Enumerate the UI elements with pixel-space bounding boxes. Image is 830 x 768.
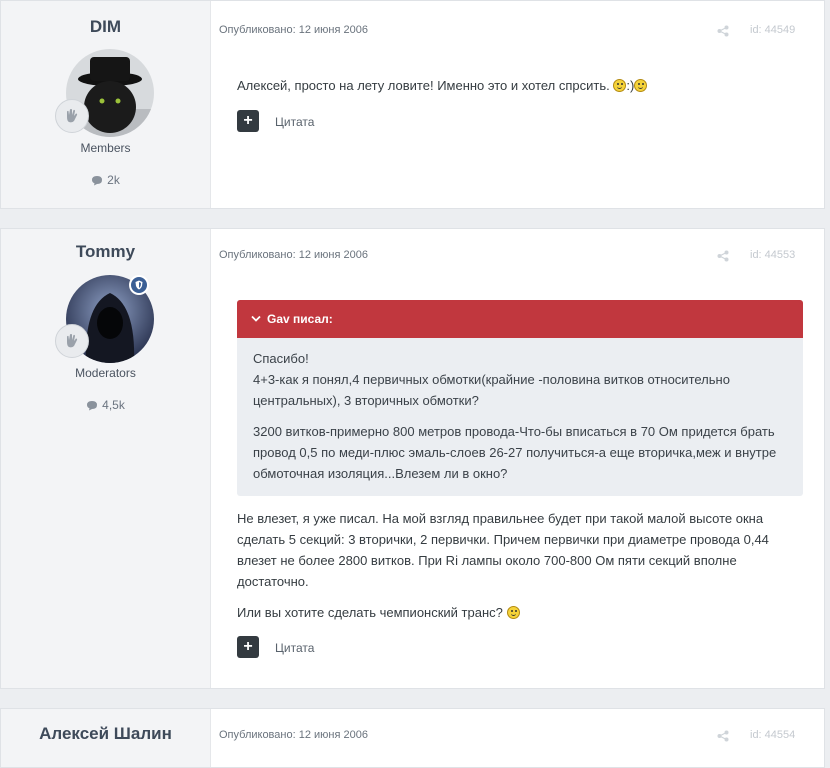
share-icon[interactable] <box>717 25 729 37</box>
author-name[interactable]: DIM <box>1 17 210 37</box>
smiley-icon <box>613 79 627 92</box>
author-panel: DIM Members 2k <box>1 1 211 208</box>
post-paragraph: Не влезет, я уже писал. На мой взгляд пр… <box>237 511 769 589</box>
post-id[interactable]: id: 44549 <box>750 24 795 36</box>
quote-line: 4+3-как я понял,4 первичных обмотки(край… <box>253 372 730 408</box>
smiley-icon <box>634 79 648 92</box>
post-content: Не влезет, я уже писал. На мой взгляд пр… <box>237 508 800 623</box>
quote-paragraph: Спасибо! 4+3-как я понял,4 первичных обм… <box>253 348 787 411</box>
quote-button[interactable]: Цитата <box>275 641 314 655</box>
post-text: Алексей, просто на лету ловите! Именно э… <box>237 78 614 93</box>
post-count: 4,5k <box>1 398 210 412</box>
author-name[interactable]: Tommy <box>1 242 210 262</box>
quote-line: Спасибо! <box>253 351 309 366</box>
quote-author: Gav писал: <box>267 312 333 326</box>
quote-button[interactable]: Цитата <box>275 115 314 129</box>
wink-smiley-icon <box>506 606 520 619</box>
quote-header[interactable]: Gav писал: <box>237 300 803 338</box>
post-44553: Tommy Moderators 4,5k Опубликовано: 12 и… <box>0 228 825 689</box>
member-group: Moderators <box>75 366 136 380</box>
quote-block: Gav писал: Спасибо! 4+3-как я понял,4 пе… <box>237 300 803 496</box>
post-count-value: 2k <box>107 173 120 187</box>
post-text: Или вы хотите сделать чемпионский транс? <box>237 605 507 620</box>
moderator-badge-icon <box>129 275 149 295</box>
multiquote-button[interactable]: + <box>237 110 259 132</box>
comment-icon <box>87 400 98 410</box>
author-panel: Tommy Moderators 4,5k <box>1 229 211 688</box>
multiquote-button[interactable]: + <box>237 636 259 658</box>
post-44554: Алексей Шалин Опубликовано: 12 июня 2006… <box>0 708 825 768</box>
post-id[interactable]: id: 44553 <box>750 249 795 261</box>
post-date[interactable]: Опубликовано: 12 июня 2006 <box>219 249 368 261</box>
post-paragraph: Или вы хотите сделать чемпионский транс? <box>237 602 800 623</box>
author-panel: Алексей Шалин <box>1 709 211 767</box>
post-count-value: 4,5k <box>102 398 125 412</box>
comment-icon <box>92 175 103 185</box>
chevron-down-icon <box>251 315 261 322</box>
share-icon[interactable] <box>717 730 729 742</box>
rank-badge-icon <box>55 324 89 358</box>
post-text-tail: :) <box>626 78 635 93</box>
post-44549: DIM Members 2k Опубликовано: 12 июня 200… <box>0 0 825 209</box>
post-content: Алексей, просто на лету ловите! Именно э… <box>237 75 800 96</box>
author-name[interactable]: Алексей Шалин <box>1 724 210 744</box>
member-group: Members <box>80 141 131 155</box>
quote-body: Спасибо! 4+3-как я понял,4 первичных обм… <box>237 338 803 496</box>
post-count: 2k <box>1 173 210 187</box>
quote-paragraph: 3200 витков-примерно 800 метров провода-… <box>253 424 777 481</box>
share-icon[interactable] <box>717 250 729 262</box>
post-date[interactable]: Опубликовано: 12 июня 2006 <box>219 24 368 36</box>
post-date[interactable]: Опубликовано: 12 июня 2006 <box>219 729 368 741</box>
post-id[interactable]: id: 44554 <box>750 729 795 741</box>
rank-badge-icon <box>55 99 89 133</box>
